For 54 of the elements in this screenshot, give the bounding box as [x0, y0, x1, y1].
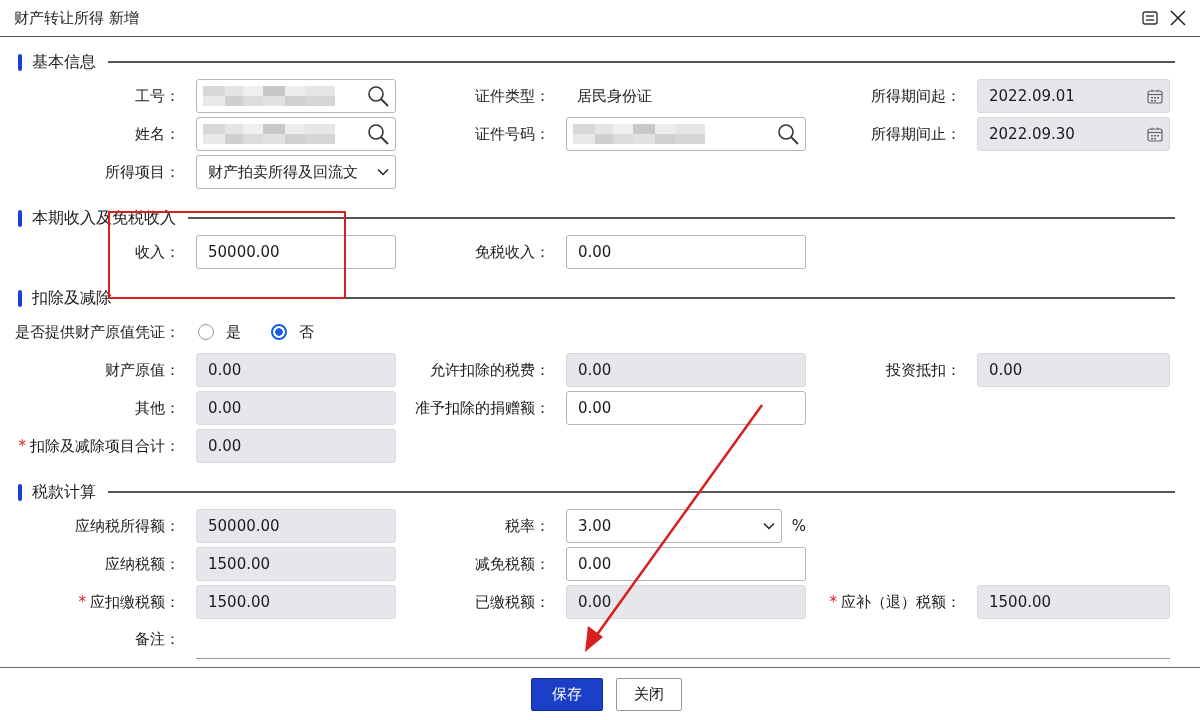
input-field[interactable]: 1500.00 [196, 585, 396, 619]
field-label: 免税收入： [475, 242, 550, 262]
field-label: 应纳税额： [105, 554, 180, 574]
field-label: 应纳税所得额： [75, 516, 180, 536]
required-mark: * [78, 592, 86, 612]
date-field[interactable]: 2022.09.01 [977, 79, 1170, 113]
field-label: 准予扣除的捐赠额： [415, 398, 550, 418]
field-label: 姓名： [135, 124, 180, 144]
required-mark: * [18, 436, 26, 456]
field-label: 允许扣除的税费： [430, 360, 550, 380]
field-label: 所得项目： [105, 162, 180, 182]
input-field[interactable]: 1500.00 [196, 547, 396, 581]
field-label: 其他： [135, 398, 180, 418]
input-field[interactable]: 0.00 [566, 353, 806, 387]
dropdown-field[interactable]: 3.00 [566, 509, 782, 543]
field-label: 证件号码： [475, 124, 550, 144]
field-label: 应补（退）税额： [841, 592, 961, 612]
field-label: 减免税额： [475, 554, 550, 574]
field-label: 应扣缴税额： [90, 592, 180, 612]
field-label: 已缴税额： [475, 592, 550, 612]
input-field[interactable]: 0.00 [566, 235, 806, 269]
field-label: 税率： [505, 516, 550, 536]
input-field[interactable]: 1500.00 [977, 585, 1170, 619]
field-label: 是否提供财产原值凭证： [14, 322, 181, 342]
radio-label: 否 [299, 322, 314, 342]
input-field[interactable]: 0.00 [566, 391, 806, 425]
unit-label: % [791, 517, 806, 535]
field-label: 所得期间起： [871, 86, 961, 106]
input-field[interactable]: 0.00 [977, 353, 1170, 387]
field-label: 所得期间止： [871, 124, 961, 144]
field-label: 收入： [135, 242, 180, 262]
field-label: 投资抵扣： [886, 360, 961, 380]
field-label: 扣除及减除项目合计： [30, 436, 180, 456]
input-field[interactable]: 0.00 [196, 391, 396, 425]
field-label: 工号： [135, 86, 180, 106]
field-label: 财产原值： [105, 360, 180, 380]
dropdown-field[interactable]: 财产拍卖所得及回流文 [196, 155, 396, 189]
input-field[interactable]: 0.00 [566, 547, 806, 581]
required-mark: * [829, 592, 837, 612]
save-button[interactable]: 保存 [531, 677, 603, 711]
input-field[interactable]: 0.00 [196, 429, 396, 463]
input-field[interactable]: 50000.00 [196, 235, 396, 269]
date-field[interactable]: 2022.09.30 [977, 117, 1170, 151]
radio-label: 是 [226, 322, 241, 342]
input-field[interactable]: 50000.00 [196, 509, 396, 543]
window-title: 财产转让所得 新增 [14, 8, 139, 28]
field-value: 居民身份证 [576, 86, 652, 106]
field-label: 证件类型： [475, 86, 550, 106]
field-label: 备注： [134, 629, 181, 649]
section-title: 税款计算 [32, 481, 96, 503]
input-field[interactable]: 0.00 [196, 353, 396, 387]
input-field[interactable]: 0.00 [566, 585, 806, 619]
section-title: 基本信息 [32, 51, 96, 73]
close-button[interactable]: 关闭 [616, 677, 682, 711]
